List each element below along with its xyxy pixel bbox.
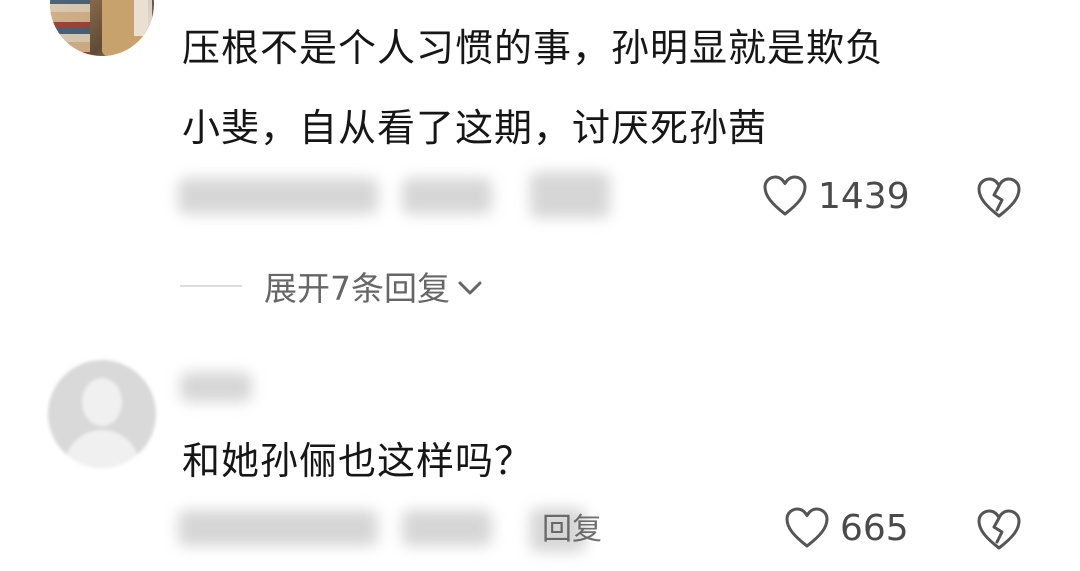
expand-replies-button[interactable]: 展开7条回复 bbox=[264, 262, 484, 310]
like-button[interactable]: 1439 bbox=[762, 174, 910, 218]
blurred-location bbox=[402, 178, 492, 214]
heart-icon bbox=[762, 174, 808, 218]
blurred-timestamp bbox=[178, 510, 378, 546]
comment-text-line: 小斐，自从看了这期，讨厌死孙茜 bbox=[182, 106, 768, 150]
blurred-reply-button[interactable] bbox=[530, 172, 610, 218]
heart-icon bbox=[784, 506, 830, 550]
divider-line bbox=[180, 285, 242, 287]
like-count: 665 bbox=[840, 507, 909, 549]
blurred-timestamp bbox=[178, 178, 378, 214]
reply-button[interactable]: 回复 bbox=[542, 504, 602, 548]
avatar[interactable] bbox=[50, 0, 154, 56]
blurred-location bbox=[402, 510, 492, 546]
comment-text-line: 和她孙俪也这样吗？ bbox=[182, 439, 534, 483]
like-count: 1439 bbox=[818, 175, 910, 217]
broken-heart-icon[interactable] bbox=[976, 176, 1022, 220]
broken-heart-icon[interactable] bbox=[976, 508, 1022, 552]
like-button[interactable]: 665 bbox=[784, 506, 909, 550]
chevron-down-icon bbox=[456, 267, 484, 306]
blurred-username[interactable] bbox=[180, 372, 252, 402]
expand-replies-label: 展开7条回复 bbox=[264, 269, 450, 308]
avatar[interactable] bbox=[48, 360, 156, 468]
comment-text-line: 压根不是个人习惯的事，孙明显就是欺负 bbox=[182, 26, 885, 70]
